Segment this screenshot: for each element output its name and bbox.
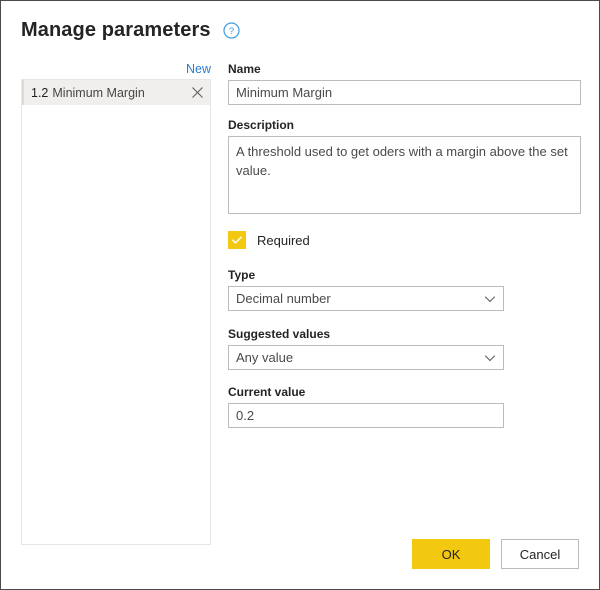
parameters-list: 1.2 Minimum Margin	[21, 79, 211, 545]
description-label: Description	[228, 118, 295, 132]
list-item-label: Minimum Margin	[52, 85, 145, 100]
dialog-header: Manage parameters ?	[21, 17, 240, 43]
new-parameter-link[interactable]: New	[186, 61, 211, 77]
required-field-group: Required	[228, 231, 581, 249]
name-input[interactable]	[228, 80, 581, 105]
current-value-label: Current value	[228, 385, 306, 399]
suggested-values-dropdown[interactable]: Any value	[228, 345, 504, 370]
parameters-panel: New 1.2 Minimum Margin	[21, 61, 211, 545]
chevron-down-icon	[484, 293, 496, 305]
close-icon[interactable]	[191, 86, 204, 99]
list-item[interactable]: 1.2 Minimum Margin	[22, 80, 210, 105]
help-circle-icon[interactable]: ?	[222, 21, 240, 39]
suggested-values-label: Suggested values	[228, 327, 331, 341]
type-dropdown-value: Decimal number	[236, 291, 331, 306]
chevron-down-icon	[484, 352, 496, 364]
suggested-values-dropdown-value: Any value	[236, 350, 294, 365]
name-label: Name	[228, 62, 261, 76]
current-value-field-group: Current value	[228, 384, 581, 428]
current-value-input[interactable]	[228, 403, 504, 428]
page-title: Manage parameters	[21, 19, 211, 41]
manage-parameters-dialog: Manage parameters ? New 1.2 Minimum Marg…	[0, 0, 600, 590]
required-label: Required	[257, 232, 310, 248]
list-item-index: 1.2	[31, 85, 49, 100]
svg-text:?: ?	[228, 26, 233, 37]
type-dropdown[interactable]: Decimal number	[228, 286, 504, 311]
parameter-form: Name Description A threshold used to get…	[228, 61, 581, 428]
suggested-values-field-group: Suggested values Any value	[228, 326, 581, 370]
name-field-group: Name	[228, 61, 581, 105]
dialog-footer: OK Cancel	[412, 539, 579, 569]
ok-button[interactable]: OK	[412, 539, 490, 569]
type-field-group: Type Decimal number	[228, 267, 581, 311]
description-input[interactable]: A threshold used to get oders with a mar…	[228, 136, 581, 214]
type-label: Type	[228, 268, 256, 282]
required-checkbox[interactable]	[228, 231, 246, 249]
cancel-button[interactable]: Cancel	[501, 539, 579, 569]
description-field-group: Description A threshold used to get oder…	[228, 117, 581, 214]
